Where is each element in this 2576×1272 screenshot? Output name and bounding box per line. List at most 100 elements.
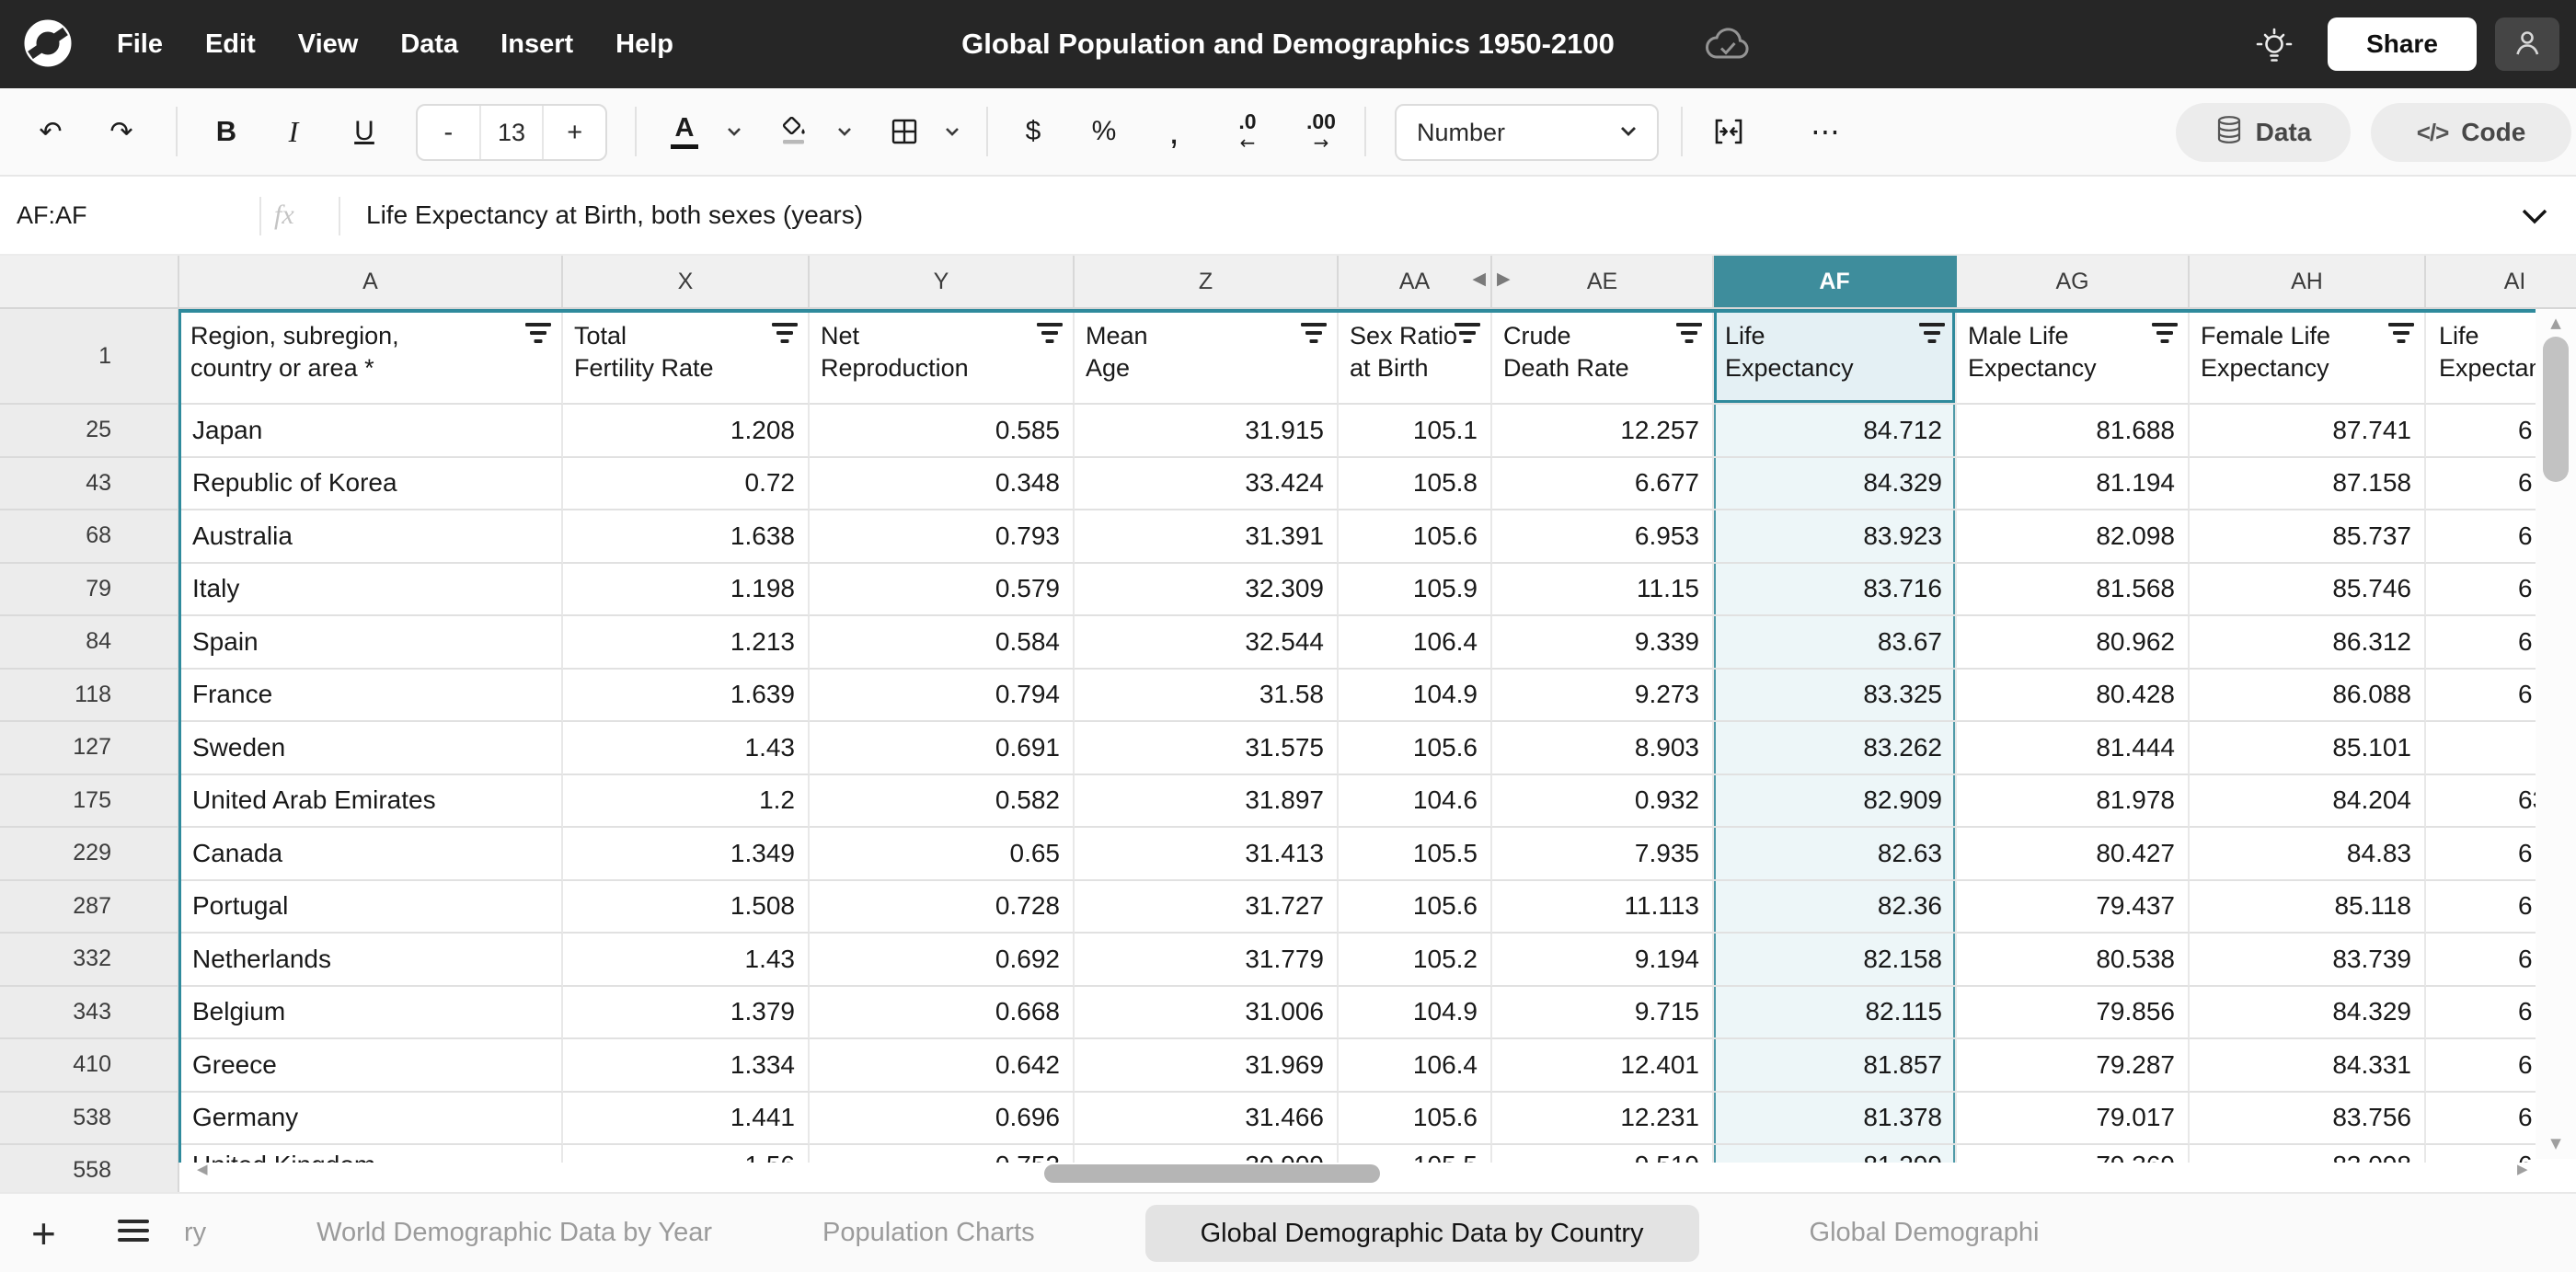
comma-format-button[interactable]: , (1148, 88, 1200, 175)
cell-AG175[interactable]: 81.978 (1957, 775, 2190, 829)
row-header-410[interactable]: 410 (0, 1039, 179, 1093)
cell-A79[interactable]: Italy (179, 564, 563, 617)
cell-AA229[interactable]: 105.5 (1339, 828, 1492, 881)
add-sheet-button[interactable]: + (31, 1194, 56, 1272)
font-size-decrease-button[interactable]: - (418, 106, 479, 159)
cell-A343[interactable]: Belgium (179, 987, 563, 1040)
cell-AF118[interactable]: 83.325 (1714, 670, 1957, 723)
cell-AF84[interactable]: 83.67 (1714, 616, 1957, 670)
header-cell-AG1[interactable]: Male Life Expectancy (1957, 309, 2190, 405)
cell-A538[interactable]: Germany (179, 1093, 563, 1146)
redo-button[interactable]: ↷ (96, 88, 147, 175)
cell-A127[interactable]: Sweden (179, 722, 563, 775)
hidden-columns-right-arrow-icon[interactable]: ▶ (1497, 269, 1511, 289)
share-button[interactable]: Share (2328, 17, 2477, 71)
filter-icon[interactable] (771, 321, 799, 346)
cell-A410[interactable]: Greece (179, 1039, 563, 1093)
cell-Z127[interactable]: 31.575 (1075, 722, 1339, 775)
cell-AE229[interactable]: 7.935 (1492, 828, 1714, 881)
currency-format-button[interactable]: $ (1007, 88, 1059, 175)
borders-button[interactable] (879, 88, 930, 175)
fill-color-chevron-icon[interactable] (832, 88, 857, 175)
vscroll-down-arrow-icon[interactable]: ▼ (2536, 1135, 2576, 1152)
sheet-tab-4-active[interactable]: Global Demographic Data by Country (1145, 1205, 1699, 1262)
cell-AF332[interactable]: 82.158 (1714, 934, 1957, 987)
cell-AG332[interactable]: 80.538 (1957, 934, 2190, 987)
row-header-287[interactable]: 287 (0, 881, 179, 934)
filter-icon[interactable] (1675, 321, 1703, 346)
cell-AA84[interactable]: 106.4 (1339, 616, 1492, 670)
cell-AF410[interactable]: 81.857 (1714, 1039, 1957, 1093)
cell-Z287[interactable]: 31.727 (1075, 881, 1339, 934)
filter-icon[interactable] (1918, 321, 1946, 346)
cell-Y332[interactable]: 0.692 (810, 934, 1075, 987)
sheet-list-menu-icon[interactable] (118, 1220, 149, 1242)
cell-AE410[interactable]: 12.401 (1492, 1039, 1714, 1093)
menu-insert[interactable]: Insert (479, 29, 594, 60)
more-options-button[interactable]: ⋯ (1800, 88, 1851, 175)
cell-AE68[interactable]: 6.953 (1492, 510, 1714, 564)
bold-button[interactable]: B (201, 88, 252, 175)
cell-X79[interactable]: 1.198 (563, 564, 810, 617)
filter-icon[interactable] (1454, 321, 1481, 346)
undo-button[interactable]: ↶ (25, 88, 76, 175)
account-button[interactable] (2495, 17, 2559, 71)
cell-Z332[interactable]: 31.779 (1075, 934, 1339, 987)
cell-AE287[interactable]: 11.113 (1492, 881, 1714, 934)
cell-Y118[interactable]: 0.794 (810, 670, 1075, 723)
cell-Y538[interactable]: 0.696 (810, 1093, 1075, 1146)
cell-AF175[interactable]: 82.909 (1714, 775, 1957, 829)
cell-AG229[interactable]: 80.427 (1957, 828, 2190, 881)
header-cell-AA1[interactable]: Sex Ratio at Birth (1339, 309, 1492, 405)
cell-AE175[interactable]: 0.932 (1492, 775, 1714, 829)
cell-AE127[interactable]: 8.903 (1492, 722, 1714, 775)
hidden-columns-left-arrow-icon[interactable]: ◀ (1472, 269, 1486, 289)
cell-AH343[interactable]: 84.329 (2190, 987, 2426, 1040)
cell-AA332[interactable]: 105.2 (1339, 934, 1492, 987)
lightbulb-icon[interactable] (2256, 24, 2293, 71)
row-header-127[interactable]: 127 (0, 722, 179, 775)
row-header-1[interactable]: 1 (0, 309, 179, 405)
cell-AH332[interactable]: 83.739 (2190, 934, 2426, 987)
underline-button[interactable]: U (339, 88, 390, 175)
cell-AA175[interactable]: 104.6 (1339, 775, 1492, 829)
cell-AG343[interactable]: 79.856 (1957, 987, 2190, 1040)
cell-Y84[interactable]: 0.584 (810, 616, 1075, 670)
select-all-corner[interactable] (0, 256, 179, 307)
hscroll-left-arrow-icon[interactable]: ◀ (197, 1161, 208, 1177)
filter-icon[interactable] (1300, 321, 1328, 346)
sheet-tab-5[interactable]: Global Demographi (1810, 1218, 2040, 1248)
cell-X229[interactable]: 1.349 (563, 828, 810, 881)
cell-X410[interactable]: 1.334 (563, 1039, 810, 1093)
data-panel-button[interactable]: Data (2176, 103, 2351, 162)
percent-format-button[interactable]: % (1078, 88, 1130, 175)
cell-X332[interactable]: 1.43 (563, 934, 810, 987)
cell-AG68[interactable]: 82.098 (1957, 510, 2190, 564)
text-color-button[interactable]: A (659, 88, 710, 175)
cell-AG410[interactable]: 79.287 (1957, 1039, 2190, 1093)
row-header-84[interactable]: 84 (0, 616, 179, 670)
header-cell-A1[interactable]: Region, subregion, country or area * (179, 309, 563, 405)
row-header-79[interactable]: 79 (0, 564, 179, 617)
cell-Z68[interactable]: 31.391 (1075, 510, 1339, 564)
cell-AE332[interactable]: 9.194 (1492, 934, 1714, 987)
cell-AG25[interactable]: 81.688 (1957, 405, 2190, 458)
column-header-AE[interactable]: AE▶ (1492, 256, 1714, 307)
font-size-value[interactable]: 13 (479, 106, 545, 159)
sheet-tab-3[interactable]: Population Charts (822, 1218, 1035, 1248)
cell-A175[interactable]: United Arab Emirates (179, 775, 563, 829)
cell-X25[interactable]: 1.208 (563, 405, 810, 458)
cell-Y68[interactable]: 0.793 (810, 510, 1075, 564)
cell-AA538[interactable]: 105.6 (1339, 1093, 1492, 1146)
cell-AH538[interactable]: 83.756 (2190, 1093, 2426, 1146)
cell-AF68[interactable]: 83.923 (1714, 510, 1957, 564)
cell-Z175[interactable]: 31.897 (1075, 775, 1339, 829)
header-cell-Y1[interactable]: Net Reproduction (810, 309, 1075, 405)
cell-Y410[interactable]: 0.642 (810, 1039, 1075, 1093)
column-header-AG[interactable]: AG (1957, 256, 2190, 307)
column-header-Y[interactable]: Y (810, 256, 1075, 307)
cell-AA410[interactable]: 106.4 (1339, 1039, 1492, 1093)
cell-X538[interactable]: 1.441 (563, 1093, 810, 1146)
cell-AH25[interactable]: 87.741 (2190, 405, 2426, 458)
column-header-AF[interactable]: AF (1714, 256, 1957, 307)
